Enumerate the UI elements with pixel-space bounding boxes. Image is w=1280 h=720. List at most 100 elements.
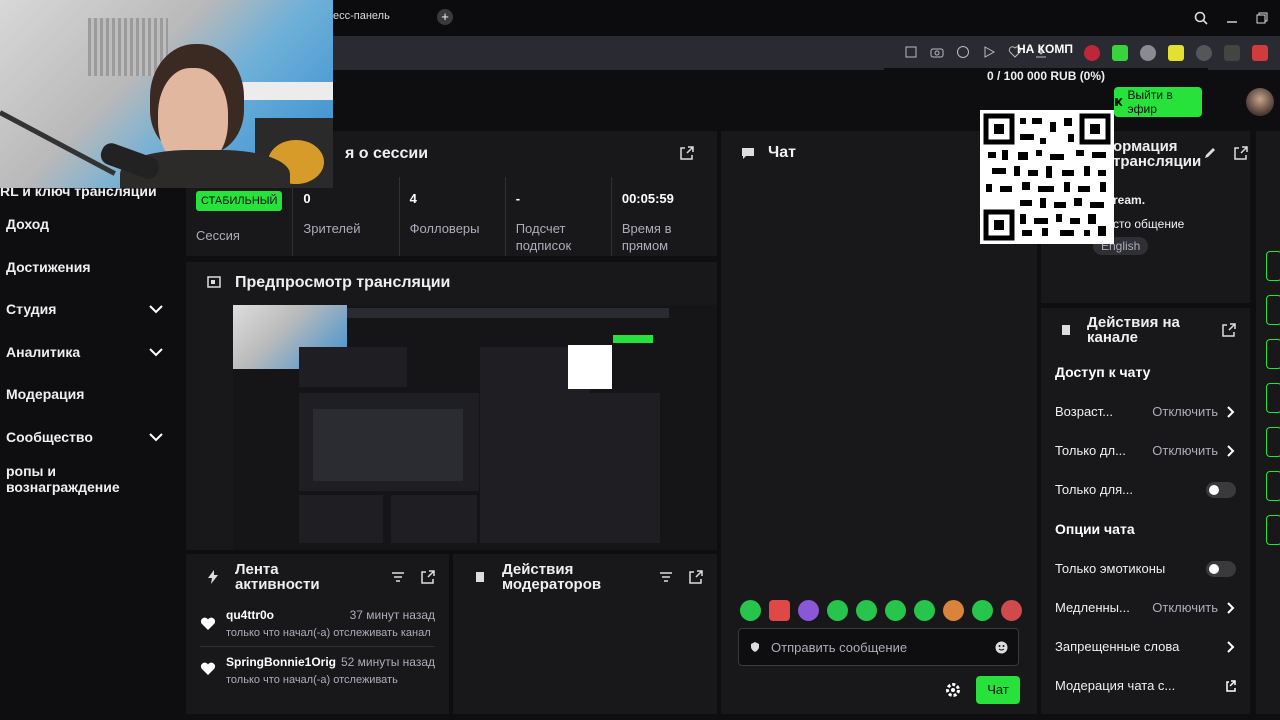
popout-icon[interactable]: [1222, 323, 1236, 337]
emote[interactable]: [740, 600, 761, 621]
chevron-right-icon[interactable]: [1226, 444, 1236, 457]
rail-button[interactable]: [1266, 339, 1280, 369]
rail-button[interactable]: [1266, 515, 1280, 545]
webcam-shelf: [88, 18, 168, 76]
sidebar-item[interactable]: Аналитика: [0, 331, 185, 374]
setting-row[interactable]: Возраст... Отключить: [1041, 392, 1250, 431]
emote[interactable]: [798, 600, 819, 621]
moderator-actions-title: Действия модераторов: [502, 561, 602, 593]
chevron-down-icon[interactable]: [149, 304, 163, 314]
setting-row[interactable]: Только дл... Отключить: [1041, 431, 1250, 470]
setting-label: Запрещенные слова: [1055, 639, 1180, 654]
emote[interactable]: [827, 600, 848, 621]
follower-name[interactable]: qu4ttr0o: [226, 608, 274, 622]
sidebar-item[interactable]: Доход: [0, 203, 185, 246]
popout-icon[interactable]: [1234, 146, 1248, 160]
rail-button[interactable]: [1266, 471, 1280, 501]
emote[interactable]: [972, 600, 993, 621]
emote[interactable]: [914, 600, 935, 621]
emote[interactable]: [1001, 600, 1022, 621]
globe-icon[interactable]: [1140, 45, 1156, 61]
sidebar-item[interactable]: Студия: [0, 288, 185, 331]
emote[interactable]: [943, 600, 964, 621]
stat-cell: СТАБИЛЬНЫЙ Сессия: [186, 177, 292, 256]
chat-input[interactable]: Отправить сообщение: [738, 628, 1019, 666]
stream-preview-video[interactable]: [233, 305, 717, 550]
sidebar-item[interactable]: Сообщество: [0, 416, 185, 459]
setting-label: Модерация чата с...: [1055, 678, 1176, 693]
play-icon[interactable]: [982, 45, 996, 59]
emote[interactable]: [769, 600, 790, 621]
setting-control[interactable]: [1226, 640, 1236, 653]
sidebar-item[interactable]: Достижения: [0, 246, 185, 289]
setting-control[interactable]: Отключить: [1152, 443, 1236, 458]
rail-button[interactable]: [1266, 295, 1280, 325]
go-live-button[interactable]: Выйти в эфир: [1114, 87, 1202, 117]
preview-addressbar: [347, 308, 669, 318]
follower-name[interactable]: SpringBonnie1Orig: [226, 655, 336, 669]
browser-tab-title[interactable]: есс-панель: [333, 10, 390, 22]
channel-actions-panel: Действия на канале Доступ к чату Возраст.…: [1041, 308, 1250, 714]
pencil-icon[interactable]: [1203, 146, 1217, 160]
webcam-mic-arm: [0, 110, 116, 176]
setting-control[interactable]: [1206, 560, 1236, 577]
setting-control[interactable]: [1226, 679, 1236, 692]
search-icon[interactable]: [1194, 11, 1208, 25]
setting-row[interactable]: Только для...: [1041, 470, 1250, 509]
gear-icon[interactable]: [945, 682, 961, 698]
preview-panel: [313, 409, 463, 481]
popout-icon[interactable]: [421, 570, 435, 584]
shield-icon[interactable]: [956, 45, 970, 59]
channel-actions-list: Доступ к чату Возраст... Отключить Только д…: [1041, 352, 1250, 705]
setting-control[interactable]: [1206, 481, 1236, 498]
setting-row[interactable]: Запрещенные слова: [1041, 627, 1250, 666]
chevron-down-icon[interactable]: [149, 347, 163, 357]
edit-icon[interactable]: [904, 45, 918, 59]
popout-icon[interactable]: [689, 570, 703, 584]
chevron-right-icon[interactable]: [1226, 601, 1236, 614]
qr-code-overlay: [980, 110, 1114, 244]
extension-icon[interactable]: [1224, 45, 1240, 61]
shield-icon: [751, 642, 759, 652]
camera-icon[interactable]: [930, 45, 944, 59]
webcam-bed: [240, 82, 333, 100]
toggle-switch[interactable]: [1206, 481, 1236, 498]
minimize-icon[interactable]: [1226, 12, 1238, 24]
chevron-right-icon[interactable]: [1226, 405, 1236, 418]
avatar[interactable]: [1246, 88, 1274, 116]
setting-row[interactable]: Только эмотиконы: [1041, 549, 1250, 588]
toggle-switch[interactable]: [1206, 560, 1236, 577]
setting-row[interactable]: Медленны... Отключить: [1041, 588, 1250, 627]
chevron-down-icon[interactable]: [149, 432, 163, 442]
setting-control[interactable]: Отключить: [1152, 600, 1236, 615]
go-live-label: Выйти в эфир: [1127, 88, 1173, 116]
sidebar-item-label: Студия: [6, 301, 57, 318]
extension-icon[interactable]: [1168, 45, 1184, 61]
restore-icon[interactable]: [1256, 12, 1268, 24]
document-icon: [476, 572, 484, 582]
filter-icon[interactable]: [659, 571, 673, 583]
chat-send-button[interactable]: Чат: [976, 676, 1020, 704]
extension-icon[interactable]: [1196, 45, 1212, 61]
emote[interactable]: [885, 600, 906, 621]
filter-icon[interactable]: [391, 571, 405, 583]
stat-cell: 4 Фолловеры: [398, 177, 505, 256]
rail-button[interactable]: [1266, 383, 1280, 413]
chevron-right-icon[interactable]: [1226, 640, 1236, 653]
sidebar-item[interactable]: ропы и вознаграждение: [0, 458, 185, 501]
profile-icon[interactable]: [1252, 45, 1268, 61]
emote[interactable]: [856, 600, 877, 621]
extension-icon[interactable]: [1112, 45, 1128, 61]
setting-control[interactable]: Отключить: [1152, 404, 1236, 419]
rail-button[interactable]: [1266, 427, 1280, 457]
setting-row[interactable]: Модерация чата с...: [1041, 666, 1250, 705]
popout-icon[interactable]: [680, 146, 694, 160]
window-controls: [1194, 0, 1280, 36]
new-tab-button[interactable]: +: [437, 9, 453, 25]
external-link-icon[interactable]: [1226, 679, 1236, 692]
sidebar-item[interactable]: Модерация: [0, 373, 185, 416]
emoji-icon[interactable]: [995, 641, 1008, 654]
rail-button[interactable]: [1266, 251, 1280, 281]
sidebar-item-label: Аналитика: [6, 343, 81, 360]
extension-icon[interactable]: [1084, 45, 1100, 61]
